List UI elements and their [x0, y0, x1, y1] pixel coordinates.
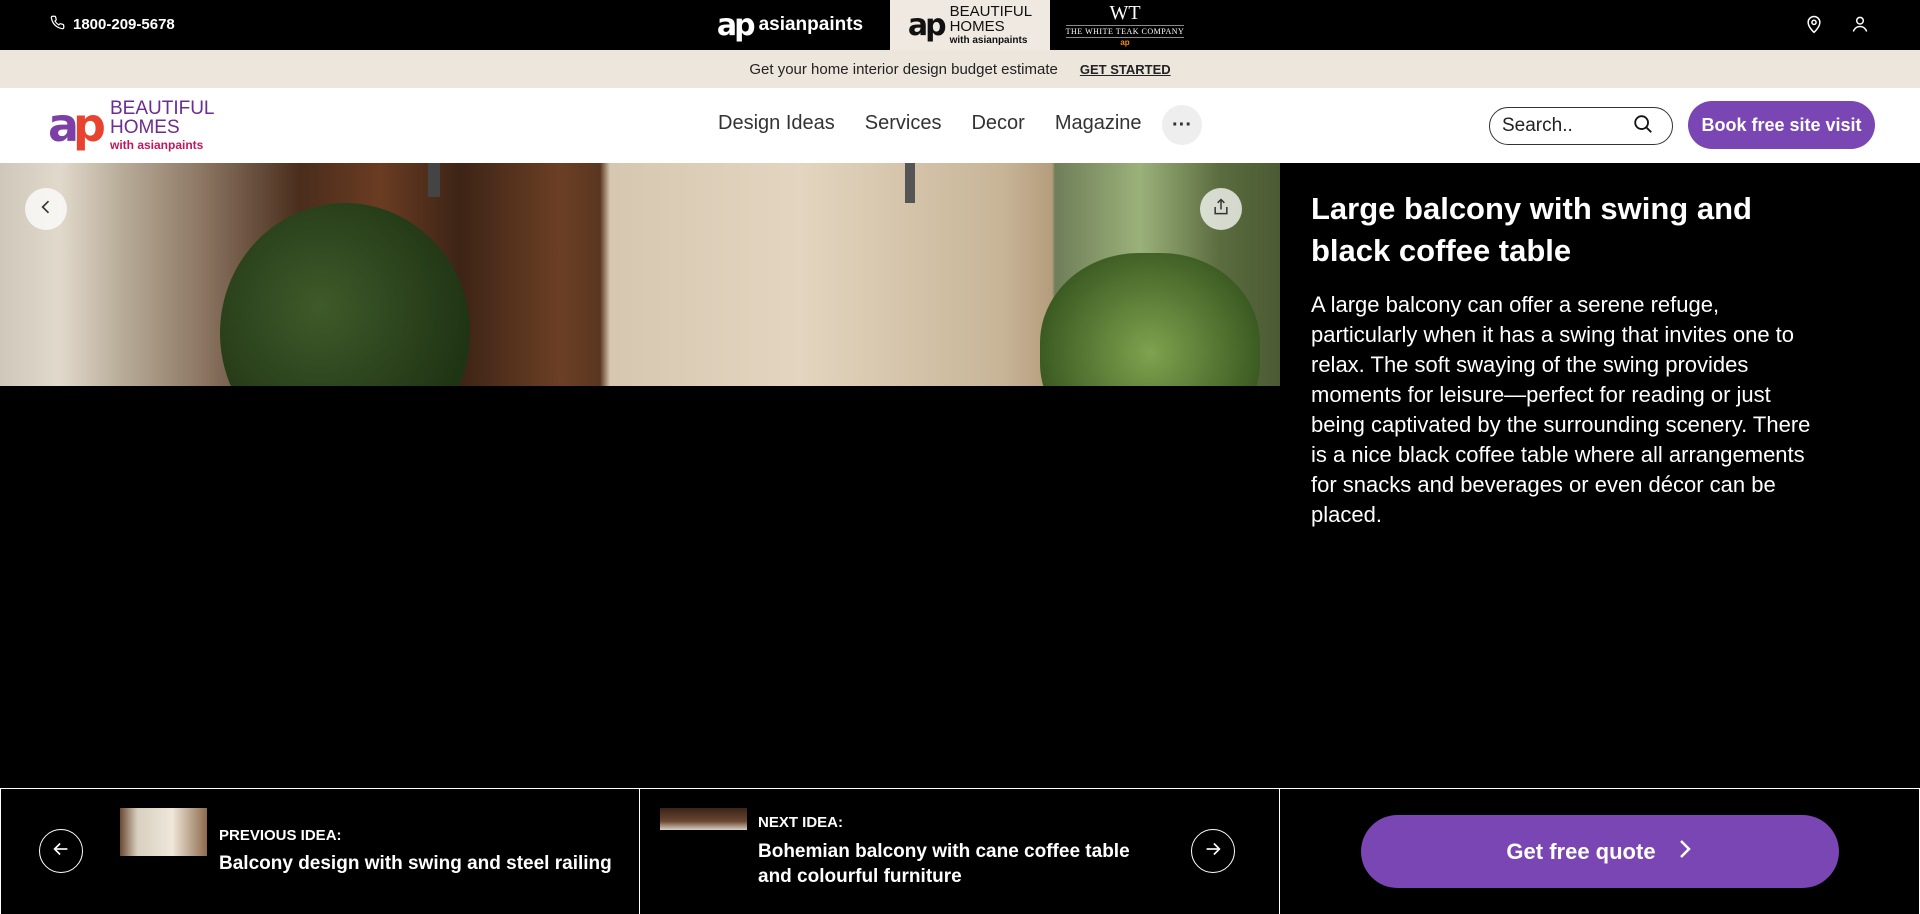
white-teak-name: THE WHITE TEAK COMPANY — [1065, 25, 1185, 38]
site-logo[interactable]: ap BEAUTIFUL HOMES with asianpaints — [48, 98, 215, 152]
brand-beautiful-homes[interactable]: ap BEAUTIFUL HOMES with asianpaints — [890, 0, 1050, 50]
quote-button-label: Get free quote — [1506, 838, 1656, 864]
beautiful-homes-logo-icon: ap — [48, 98, 106, 152]
nav-item-design-ideas[interactable]: Design Ideas — [718, 112, 835, 135]
next-idea-label: NEXT IDEA: — [758, 814, 844, 831]
pendant-light-graphic — [905, 163, 915, 203]
logo-line1: BEAUTIFUL — [109, 98, 215, 119]
brand-asianpaints[interactable]: ap asianpaints — [690, 0, 890, 50]
arrow-left-icon — [50, 838, 72, 865]
top-bar: 1800-209-5678 ap asianpaints ap BEAUTIFU… — [0, 0, 1920, 50]
get-free-quote-button[interactable]: Get free quote — [1361, 815, 1839, 888]
main-navigation: ap BEAUTIFUL HOMES with asianpaints Desi… — [0, 88, 1920, 163]
location-pin-icon[interactable] — [1804, 14, 1824, 39]
idea-navigation-bar: PREVIOUS IDEA: Balcony design with swing… — [0, 788, 1920, 914]
beautiful-homes-logo-mark: ap — [907, 7, 947, 43]
brand-bh-line2: HOMES — [949, 18, 1005, 35]
chevron-right-icon — [1676, 838, 1694, 866]
design-image — [0, 163, 1280, 386]
share-icon — [1211, 197, 1231, 222]
design-description: A large balcony can offer a serene refug… — [1311, 292, 1811, 527]
previous-idea-card[interactable]: PREVIOUS IDEA: Balcony design with swing… — [0, 789, 640, 914]
logo-line3: with asianpaints — [109, 138, 204, 152]
design-info: Large balcony with swing and black coffe… — [1311, 188, 1821, 530]
next-idea-thumbnail — [660, 808, 747, 830]
plant-graphic — [220, 203, 470, 386]
brand-switcher: ap asianpaints ap BEAUTIFUL HOMES with a… — [690, 0, 1200, 50]
previous-idea-thumbnail — [120, 808, 207, 856]
previous-idea-title: Balcony design with swing and steel rail… — [219, 853, 612, 874]
hanging-plant-graphic — [1040, 253, 1260, 386]
asianpaints-logo-mark: ap — [716, 7, 756, 43]
phone-link[interactable]: 1800-209-5678 — [50, 15, 175, 34]
nav-menu: Design Ideas Services Decor Magazine — [718, 112, 1142, 135]
search-icon[interactable] — [1632, 113, 1654, 140]
brand-bh-line1: BEAUTIFUL — [949, 3, 1033, 20]
logo-line2: HOMES — [109, 117, 180, 138]
nav-item-magazine[interactable]: Magazine — [1055, 112, 1142, 135]
more-menu-button[interactable]: ··· — [1162, 105, 1202, 145]
promo-bar: Get your home interior design budget est… — [0, 50, 1920, 88]
user-account-icon[interactable] — [1850, 14, 1870, 39]
previous-idea-label: PREVIOUS IDEA: — [219, 827, 342, 844]
chevron-left-icon — [36, 197, 56, 222]
promo-text: Get your home interior design budget est… — [749, 60, 1058, 78]
next-idea-card[interactable]: NEXT IDEA: Bohemian balcony with cane co… — [640, 789, 1280, 914]
next-idea-title: Bohemian balcony with cane coffee table … — [758, 841, 1130, 887]
search-input[interactable] — [1502, 115, 1632, 137]
book-site-visit-button[interactable]: Book free site visit — [1688, 101, 1875, 149]
asianpaints-wordmark: asianpaints — [758, 14, 864, 35]
image-back-button[interactable] — [25, 188, 67, 230]
brand-white-teak[interactable]: WT THE WHITE TEAK COMPANY ap — [1050, 0, 1200, 50]
previous-idea-button[interactable] — [39, 829, 83, 873]
nav-item-services[interactable]: Services — [865, 112, 942, 135]
design-title: Large balcony with swing and black coffe… — [1311, 191, 1752, 268]
white-teak-logo-mark: WT — [1109, 2, 1141, 24]
search-box — [1489, 107, 1673, 145]
arrow-right-icon — [1202, 838, 1224, 865]
white-teak-sub: ap — [1120, 38, 1130, 47]
get-started-link[interactable]: GET STARTED — [1080, 62, 1171, 77]
phone-icon — [50, 15, 65, 34]
brand-bh-line3: with asianpaints — [949, 35, 1028, 46]
share-button[interactable] — [1200, 188, 1242, 230]
phone-number: 1800-209-5678 — [73, 16, 175, 33]
nav-item-decor[interactable]: Decor — [971, 112, 1024, 135]
next-idea-button[interactable] — [1191, 829, 1235, 873]
pendant-light-graphic — [428, 163, 440, 197]
top-icons — [1804, 14, 1870, 39]
